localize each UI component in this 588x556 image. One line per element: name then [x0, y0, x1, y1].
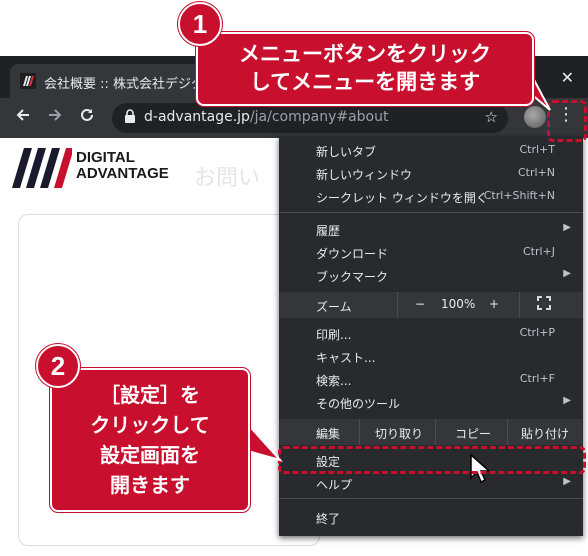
url-path: /ja/company#about	[249, 109, 389, 125]
back-arrow-icon[interactable]	[14, 106, 32, 129]
menu-item-print[interactable]: 印刷... Ctrl+P	[279, 322, 583, 344]
url-text: d-advantage.jp/ja/company#about	[144, 109, 389, 125]
menu-item-cast[interactable]: キャスト...	[279, 345, 583, 367]
chrome-dropdown-menu: 新しいタブ Ctrl+T 新しいウィンドウ Ctrl+N シークレット ウィンド…	[279, 136, 583, 536]
menu-shortcut: Ctrl+P	[519, 326, 555, 339]
callout-step-2: ［設定］を クリックして 設定画面を 開きます	[50, 368, 250, 512]
edit-row: 編集 切り取り コピー 貼り付け	[279, 419, 583, 445]
url-host: d-advantage.jp	[144, 109, 250, 125]
fullscreen-icon[interactable]	[537, 296, 551, 313]
menu-item-new-window[interactable]: 新しいウィンドウ Ctrl+N	[279, 162, 583, 184]
menu-label: 新しいウィンドウ	[316, 168, 413, 182]
menu-label: 検索...	[316, 374, 352, 388]
menu-item-history[interactable]: 履歴 ▶	[279, 218, 583, 240]
callout-2-line-3: 設定画面を	[100, 443, 200, 467]
divider	[519, 292, 520, 318]
menu-item-downloads[interactable]: ダウンロード Ctrl+J	[279, 241, 583, 263]
submenu-arrow-icon: ▶	[563, 395, 571, 406]
callout-step-1: メニューボタンをクリック してメニューを開きます	[196, 32, 534, 106]
menu-label: ヘルプ	[316, 478, 353, 492]
menu-label: キャスト...	[316, 351, 376, 365]
menu-shortcut: Ctrl+Shift+N	[483, 189, 555, 202]
step-number-1: 1	[178, 2, 222, 46]
menu-label: 終了	[316, 512, 341, 526]
menu-item-help[interactable]: ヘルプ ▶	[279, 472, 583, 494]
site-favicon-icon	[20, 73, 36, 89]
zoom-in-button[interactable]: +	[489, 297, 499, 311]
copy-button[interactable]: コピー	[455, 425, 491, 442]
settings-highlight	[278, 446, 586, 474]
submenu-arrow-icon: ▶	[563, 476, 571, 487]
logo-line-2: ADVANTAGE	[76, 165, 169, 182]
menu-shortcut: Ctrl+T	[519, 143, 555, 156]
divider	[507, 419, 508, 445]
zoom-label: ズーム	[316, 300, 352, 314]
logo-line-1: DIGITAL	[76, 149, 135, 166]
faded-heading: お問い	[194, 166, 261, 191]
menu-separator	[279, 212, 583, 213]
callout-2-pointer	[244, 418, 284, 462]
menu-item-incognito[interactable]: シークレット ウィンドウを開く Ctrl+Shift+N	[279, 185, 583, 207]
callout-2-line-4: 開きます	[110, 473, 190, 497]
zoom-level: 100%	[441, 297, 476, 311]
menu-label: ダウンロード	[316, 247, 389, 261]
paste-button[interactable]: 貼り付け	[521, 425, 569, 442]
zoom-out-button[interactable]: −	[415, 297, 425, 311]
menu-item-exit[interactable]: 終了	[279, 506, 583, 528]
menu-shortcut: Ctrl+N	[517, 166, 555, 179]
menu-item-new-tab[interactable]: 新しいタブ Ctrl+T	[279, 139, 583, 161]
menu-label: 印刷...	[316, 328, 352, 342]
edit-label: 編集	[316, 427, 341, 441]
address-bar[interactable]: d-advantage.jp/ja/company#about ☆	[112, 103, 508, 133]
step-number-2: 2	[36, 344, 80, 388]
forward-arrow-icon[interactable]	[46, 106, 64, 129]
menu-item-find[interactable]: 検索... Ctrl+F	[279, 368, 583, 390]
logo-mark-icon	[12, 148, 74, 192]
divider	[435, 419, 436, 445]
callout-2-line-1: ［設定］を	[100, 383, 200, 407]
callout-2-line-2: クリックして	[90, 413, 210, 437]
callout-1-line-2: してメニューを開きます	[249, 70, 481, 94]
callout-1-line-1: メニューボタンをクリック	[239, 42, 491, 66]
menu-label: 履歴	[316, 224, 341, 238]
submenu-arrow-icon: ▶	[563, 222, 571, 233]
menu-shortcut: Ctrl+J	[522, 245, 555, 258]
menu-label: ブックマーク	[316, 270, 389, 284]
lock-icon	[124, 109, 136, 127]
menu-shortcut: Ctrl+F	[519, 372, 555, 385]
window-close-icon[interactable]: ✕	[561, 68, 574, 87]
zoom-row: ズーム − 100% +	[279, 292, 583, 318]
menu-item-bookmarks[interactable]: ブックマーク ▶	[279, 264, 583, 286]
cut-button[interactable]: 切り取り	[375, 425, 423, 442]
divider	[359, 419, 360, 445]
reload-icon[interactable]	[78, 106, 96, 129]
menu-label: 新しいタブ	[316, 145, 377, 159]
menu-item-more-tools[interactable]: その他のツール ▶	[279, 391, 583, 413]
menu-label: シークレット ウィンドウを開く	[316, 191, 488, 205]
menu-label: その他のツール	[316, 397, 401, 411]
submenu-arrow-icon: ▶	[563, 268, 571, 279]
logo-text: DIGITAL ADVANTAGE	[76, 150, 169, 182]
menu-separator	[279, 498, 583, 499]
divider	[397, 292, 398, 318]
